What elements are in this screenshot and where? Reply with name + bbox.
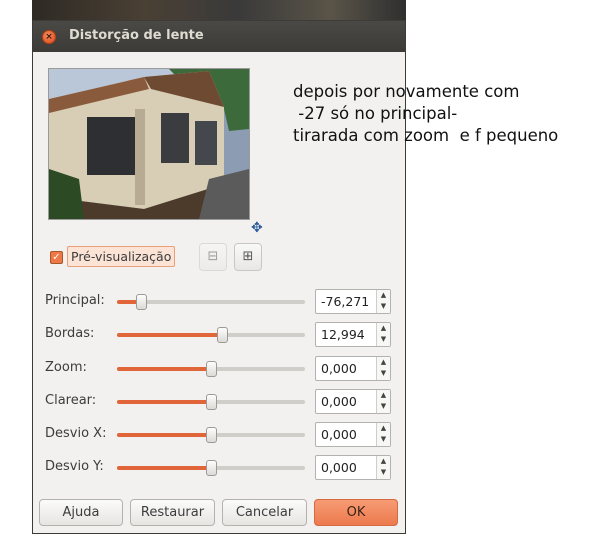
- param-value[interactable]: 0,000: [321, 460, 357, 475]
- chevron-down-icon[interactable]: ▼: [377, 301, 390, 312]
- preview-image: [48, 68, 250, 220]
- param-slider[interactable]: [117, 327, 305, 343]
- spin-arrows: ▲ ▼: [376, 390, 390, 413]
- chevron-down-icon[interactable]: ▼: [377, 401, 390, 412]
- slider-fill: [117, 466, 211, 470]
- note-line-3: tirarada com zoom e f pequeno: [293, 126, 559, 145]
- zoom-out-icon[interactable]: ⊟: [199, 243, 227, 271]
- chevron-up-icon[interactable]: ▲: [377, 323, 390, 334]
- dialog-titlebar: × Distorção de lente: [33, 21, 405, 52]
- param-label: Desvio Y:: [45, 459, 104, 474]
- slider-fill: [117, 367, 211, 371]
- param-value[interactable]: 12,994: [321, 327, 365, 342]
- cancel-button[interactable]: Cancelar: [222, 499, 307, 526]
- background-photo-strip: [32, 0, 406, 20]
- param-slider[interactable]: [117, 394, 305, 410]
- preview-checkbox-label[interactable]: Pré-visualização: [67, 246, 176, 267]
- param-slider[interactable]: [117, 427, 305, 443]
- param-value[interactable]: 0,000: [321, 361, 357, 376]
- slider-fill: [117, 433, 211, 437]
- param-spinbox[interactable]: 0,000 ▲ ▼: [315, 422, 391, 447]
- chevron-up-icon[interactable]: ▲: [377, 423, 390, 434]
- preview-checkbox[interactable]: ✓: [50, 251, 63, 264]
- spin-arrows: ▲ ▼: [376, 357, 390, 380]
- slider-handle[interactable]: [206, 361, 217, 377]
- spin-arrows: ▲ ▼: [376, 456, 390, 479]
- param-spinbox[interactable]: 0,000 ▲ ▼: [315, 389, 391, 414]
- move-icon[interactable]: ✥: [251, 221, 265, 235]
- chevron-down-icon[interactable]: ▼: [377, 368, 390, 379]
- param-spinbox[interactable]: 0,000 ▲ ▼: [315, 455, 391, 480]
- chevron-down-icon[interactable]: ▼: [377, 334, 390, 345]
- note-line-2: -27 só no principal-: [293, 104, 458, 123]
- param-value[interactable]: 0,000: [321, 427, 357, 442]
- chevron-down-icon[interactable]: ▼: [377, 467, 390, 478]
- close-icon[interactable]: ×: [42, 30, 56, 44]
- param-slider[interactable]: [117, 361, 305, 377]
- slider-fill: [117, 333, 223, 337]
- param-spinbox[interactable]: -76,271 ▲ ▼: [315, 289, 391, 314]
- ok-button[interactable]: OK: [314, 499, 398, 526]
- slider-handle[interactable]: [217, 327, 229, 343]
- chevron-down-icon[interactable]: ▼: [377, 434, 390, 445]
- param-slider[interactable]: [117, 460, 305, 476]
- param-value[interactable]: -76,271: [321, 294, 369, 309]
- param-label: Zoom:: [45, 360, 87, 375]
- slider-handle[interactable]: [206, 427, 217, 443]
- param-label: Principal:: [45, 293, 105, 308]
- slider-handle[interactable]: [206, 460, 217, 476]
- param-spinbox[interactable]: 12,994 ▲ ▼: [315, 322, 391, 347]
- param-label: Clarear:: [45, 393, 97, 408]
- reset-button[interactable]: Restaurar: [130, 499, 215, 526]
- chevron-up-icon[interactable]: ▲: [377, 456, 390, 467]
- param-label: Desvio X:: [45, 426, 107, 441]
- preview-photo: [49, 69, 249, 219]
- help-button[interactable]: Ajuda: [39, 499, 123, 526]
- zoom-in-icon[interactable]: ⊞: [234, 243, 262, 271]
- spin-arrows: ▲ ▼: [376, 423, 390, 446]
- chevron-up-icon[interactable]: ▲: [377, 290, 390, 301]
- slider-handle[interactable]: [136, 294, 148, 310]
- chevron-up-icon[interactable]: ▲: [377, 390, 390, 401]
- param-label: Bordas:: [45, 326, 95, 341]
- param-value[interactable]: 0,000: [321, 394, 357, 409]
- slider-handle[interactable]: [206, 394, 217, 410]
- dialog-title: Distorção de lente: [69, 28, 204, 43]
- param-slider[interactable]: [117, 294, 305, 310]
- spin-arrows: ▲ ▼: [376, 323, 390, 346]
- note-line-1: depois por novamente com: [293, 82, 520, 101]
- param-spinbox[interactable]: 0,000 ▲ ▼: [315, 356, 391, 381]
- slider-fill: [117, 400, 211, 404]
- chevron-up-icon[interactable]: ▲: [377, 357, 390, 368]
- spin-arrows: ▲ ▼: [376, 290, 390, 313]
